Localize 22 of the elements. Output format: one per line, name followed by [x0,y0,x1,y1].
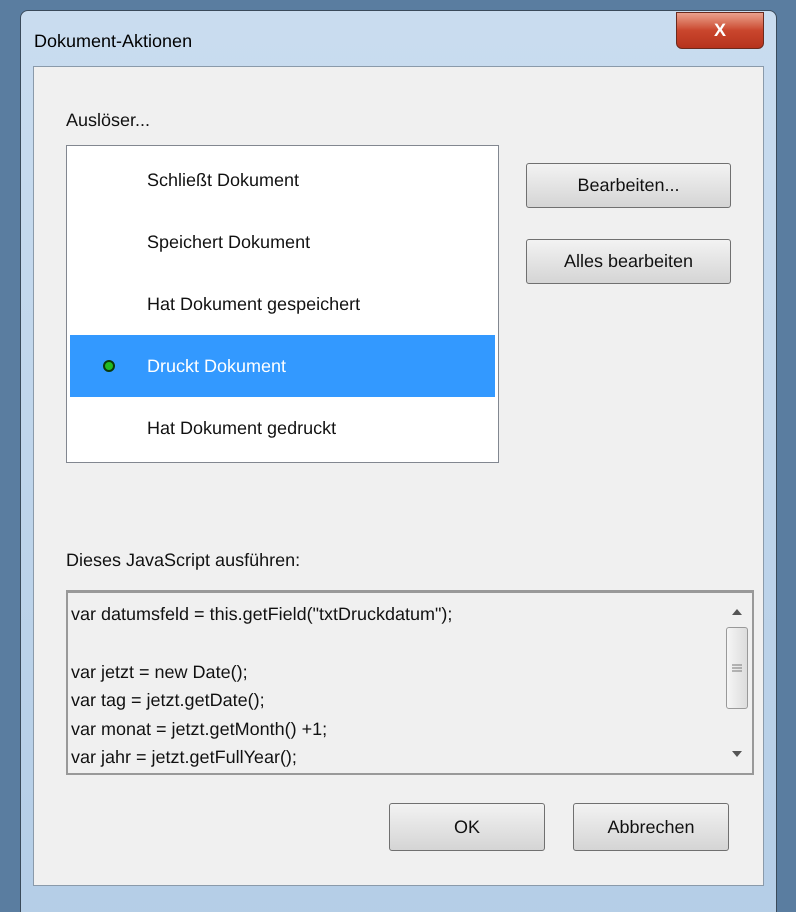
code-line: var jetzt = new Date(); [71,660,249,684]
dialog-button[interactable]: Abbrechen [573,803,729,851]
code-line: var jahr = jetzt.getFullYear(); [71,746,298,770]
scroll-down-icon[interactable] [732,751,742,757]
close-button[interactable]: X [676,12,764,49]
edit-button[interactable]: Alles bearbeiten [526,239,731,284]
script-field[interactable]: var datumsfeld = this.getField("txtDruckdatum"); var jetzt = new Date(); var tag = jetzt.getDate(); var monat = jetzt.getMonth() +1; var jahr = jetzt.getFullYear(); [66,590,754,775]
edit-button[interactable]: Bearbeiten... [526,163,731,208]
trigger-item[interactable]: Speichert Dokument [70,211,495,273]
code-line: var tag = jetzt.getDate(); [71,689,266,712]
code-line: var monat = jetzt.getMonth() +1; [71,718,328,741]
trigger-item[interactable]: Hat Dokument gedruckt [70,397,495,459]
triggers-label: Auslöser... [66,109,152,131]
grip-icon [732,664,742,672]
dialog-button[interactable]: OK [389,803,545,851]
scroll-up-icon[interactable] [732,609,742,615]
scroll-thumb[interactable] [726,627,748,709]
window-title: Dokument-Aktionen [34,30,192,53]
trigger-item[interactable]: Schließt Dokument [70,149,495,211]
code-line: var datumsfeld = this.getField("txtDruckdatum"); [71,603,454,626]
trigger-item[interactable]: Hat Dokument gespeichert [70,273,495,335]
script-label: Dieses JavaScript ausführen: [66,549,302,572]
